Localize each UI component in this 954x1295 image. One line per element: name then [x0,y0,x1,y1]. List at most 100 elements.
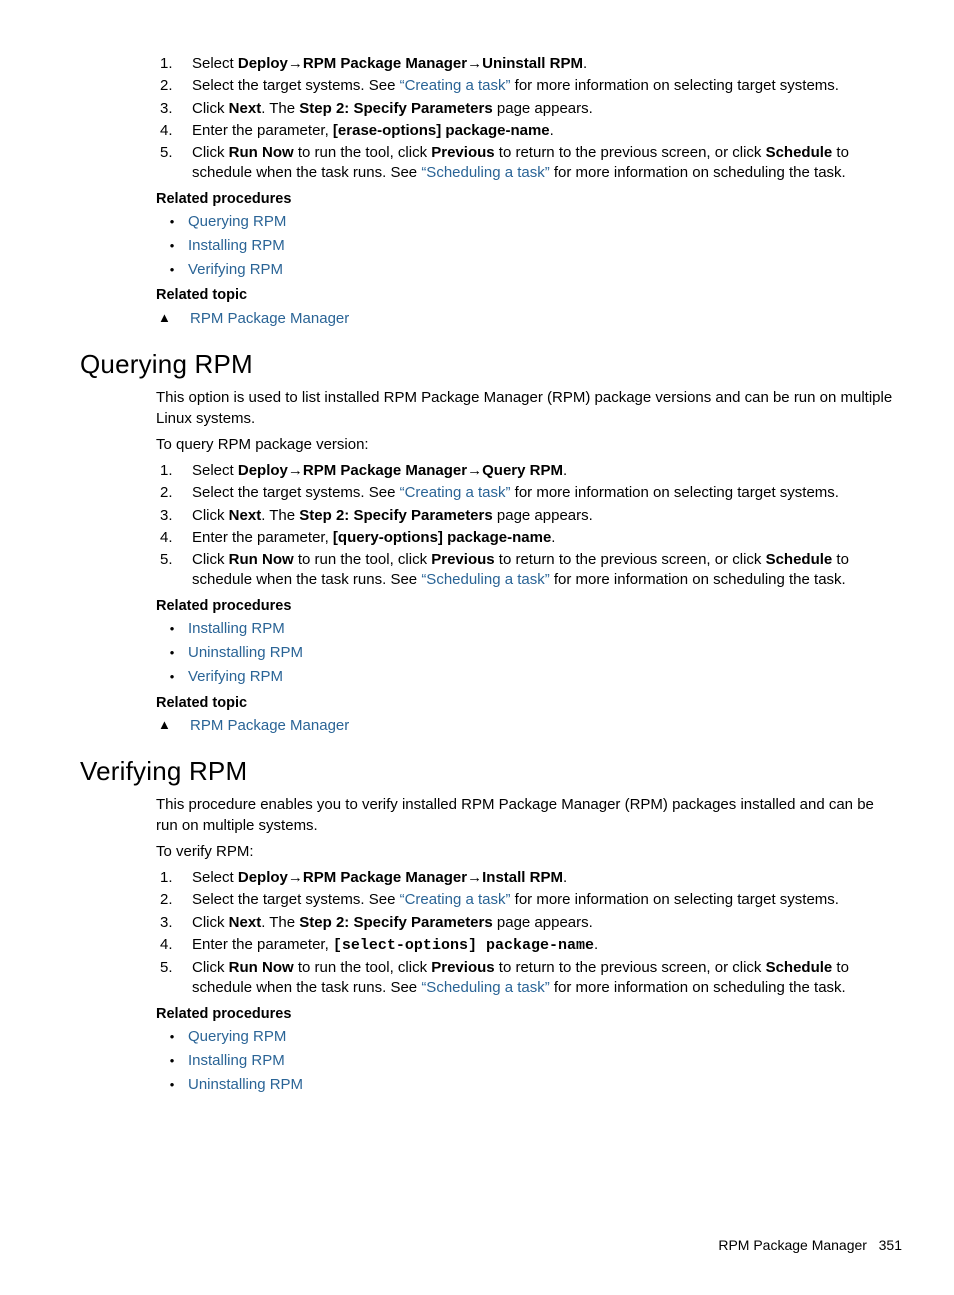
querying-rpm-heading: Querying RPM [80,347,906,382]
step-text: Click Next. The Step 2: Specify Paramete… [192,99,896,119]
bullet-icon: • [156,236,188,257]
step-text: Click Run Now to run the tool, click Pre… [192,550,896,591]
bullet-icon: • [156,212,188,233]
querying-steps: 1. Select Deploy→RPM Package Manager→Que… [156,461,896,591]
list-item: ▲RPM Package Manager [156,309,896,329]
scheduling-task-link[interactable]: “Scheduling a task” [421,571,549,588]
related-topic-heading: Related topic [156,286,896,306]
uninstalling-rpm-link[interactable]: Uninstalling RPM [188,644,303,661]
list-item: •Uninstalling RPM [156,1075,896,1096]
querying-lead: To query RPM package version: [156,435,896,455]
step-number: 5. [156,550,192,591]
step-number: 3. [156,99,192,119]
step-number: 1. [156,461,192,481]
installing-rpm-link[interactable]: Installing RPM [188,237,285,254]
step-5: 5. Click Run Now to run the tool, click … [156,143,896,184]
querying-rpm-link[interactable]: Querying RPM [188,1028,286,1045]
step-3: 3. Click Next. The Step 2: Specify Param… [156,913,896,933]
step-number: 4. [156,528,192,548]
triangle-icon: ▲ [156,716,190,734]
step-number: 5. [156,958,192,999]
step-4: 4. Enter the parameter, [erase-options] … [156,121,896,141]
step-4: 4. Enter the parameter, [select-options]… [156,935,896,956]
step-3: 3. Click Next. The Step 2: Specify Param… [156,99,896,119]
list-item: •Installing RPM [156,236,896,257]
verifying-lead: To verify RPM: [156,842,896,862]
rpm-package-manager-link[interactable]: RPM Package Manager [190,717,349,734]
step-2: 2. Select the target systems. See “Creat… [156,76,896,96]
installing-rpm-link[interactable]: Installing RPM [188,620,285,637]
triangle-icon: ▲ [156,309,190,327]
related-procedures-heading: Related procedures [156,190,896,210]
step-number: 2. [156,76,192,96]
step-2: 2. Select the target systems. See “Creat… [156,890,896,910]
creating-task-link[interactable]: “Creating a task” [400,484,511,501]
rpm-package-manager-link[interactable]: RPM Package Manager [190,310,349,327]
step-number: 5. [156,143,192,184]
list-item: •Querying RPM [156,212,896,233]
bullet-icon: • [156,619,188,640]
step-text: Click Next. The Step 2: Specify Paramete… [192,913,896,933]
related-procedures-heading: Related procedures [156,597,896,617]
page-footer: RPM Package Manager 351 [48,1236,902,1255]
uninstall-section: 1. Select Deploy→RPM Package Manager→Uni… [156,54,896,329]
list-item: •Verifying RPM [156,667,896,688]
verifying-intro: This procedure enables you to verify ins… [156,795,896,836]
installing-rpm-link[interactable]: Installing RPM [188,1052,285,1069]
bullet-icon: • [156,643,188,664]
step-text: Enter the parameter, [select-options] pa… [192,935,896,956]
step-3: 3. Click Next. The Step 2: Specify Param… [156,506,896,526]
step-number: 3. [156,506,192,526]
verifying-section: This procedure enables you to verify ins… [156,795,896,1095]
list-item: •Installing RPM [156,619,896,640]
step-number: 3. [156,913,192,933]
step-1: 1. Select Deploy→RPM Package Manager→Uni… [156,54,896,74]
list-item: •Querying RPM [156,1027,896,1048]
list-item: ▲RPM Package Manager [156,716,896,736]
step-5: 5. Click Run Now to run the tool, click … [156,550,896,591]
bullet-icon: • [156,1051,188,1072]
bullet-icon: • [156,667,188,688]
creating-task-link[interactable]: “Creating a task” [400,77,511,94]
querying-rpm-link[interactable]: Querying RPM [188,213,286,230]
step-text: Select Deploy→RPM Package Manager→Query … [192,461,896,481]
related-procedures-list: •Querying RPM •Installing RPM •Verifying… [156,212,896,280]
step-text: Select the target systems. See “Creating… [192,890,896,910]
step-5: 5. Click Run Now to run the tool, click … [156,958,896,999]
verifying-steps: 1. Select Deploy→RPM Package Manager→Ins… [156,868,896,999]
scheduling-task-link[interactable]: “Scheduling a task” [421,979,549,996]
list-item: •Verifying RPM [156,260,896,281]
step-number: 1. [156,868,192,888]
uninstalling-rpm-link[interactable]: Uninstalling RPM [188,1076,303,1093]
bullet-icon: • [156,260,188,281]
creating-task-link[interactable]: “Creating a task” [400,891,511,908]
bullet-icon: • [156,1027,188,1048]
step-text: Select Deploy→RPM Package Manager→Instal… [192,868,896,888]
list-item: •Installing RPM [156,1051,896,1072]
step-text: Select the target systems. See “Creating… [192,483,896,503]
step-number: 2. [156,890,192,910]
verifying-rpm-link[interactable]: Verifying RPM [188,668,283,685]
querying-intro: This option is used to list installed RP… [156,388,896,429]
list-item: •Uninstalling RPM [156,643,896,664]
related-procedures-list: •Installing RPM •Uninstalling RPM •Verif… [156,619,896,687]
bullet-icon: • [156,1075,188,1096]
step-text: Select Deploy→RPM Package Manager→Uninst… [192,54,896,74]
related-topic-list: ▲RPM Package Manager [156,716,896,736]
related-topic-list: ▲RPM Package Manager [156,309,896,329]
verifying-rpm-link[interactable]: Verifying RPM [188,261,283,278]
scheduling-task-link[interactable]: “Scheduling a task” [421,164,549,181]
step-2: 2. Select the target systems. See “Creat… [156,483,896,503]
related-topic-heading: Related topic [156,694,896,714]
footer-label: RPM Package Manager [718,1237,867,1253]
related-procedures-heading: Related procedures [156,1005,896,1025]
step-text: Enter the parameter, [query-options] pac… [192,528,896,548]
querying-section: This option is used to list installed RP… [156,388,896,736]
step-1: 1. Select Deploy→RPM Package Manager→Ins… [156,868,896,888]
uninstall-steps: 1. Select Deploy→RPM Package Manager→Uni… [156,54,896,184]
step-number: 1. [156,54,192,74]
related-procedures-list: •Querying RPM •Installing RPM •Uninstall… [156,1027,896,1095]
step-text: Click Run Now to run the tool, click Pre… [192,143,896,184]
step-text: Click Next. The Step 2: Specify Paramete… [192,506,896,526]
step-text: Enter the parameter, [erase-options] pac… [192,121,896,141]
